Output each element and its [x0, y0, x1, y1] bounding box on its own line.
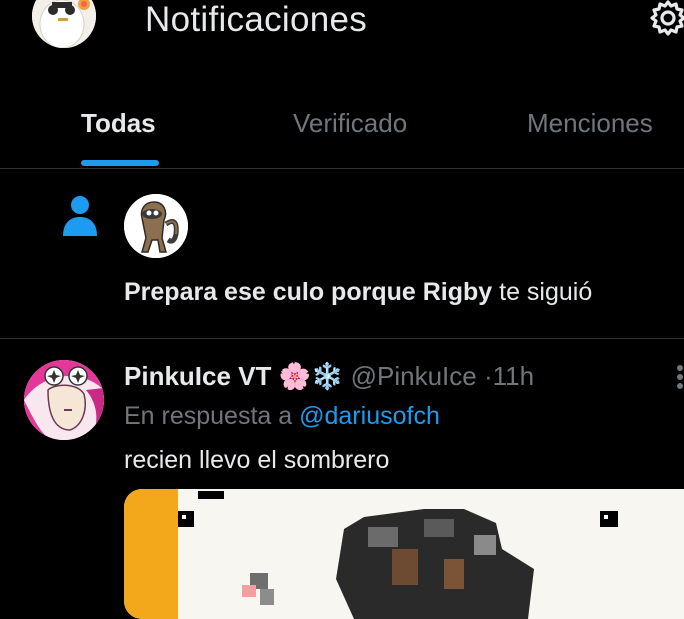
post-media[interactable]	[124, 489, 684, 619]
author-avatar[interactable]	[24, 360, 104, 440]
reply-context: En respuesta a @dariusofch	[124, 401, 440, 431]
follow-message: Prepara ese culo porque Rigby te siguió	[124, 277, 592, 307]
author-name[interactable]: PinkuIce VT	[124, 361, 271, 391]
cat-avatar-icon	[32, 0, 96, 48]
raccoon-avatar-icon	[124, 194, 188, 258]
page-title: Notificaciones	[145, 0, 368, 39]
tab-verificado[interactable]: Verificado	[293, 108, 407, 138]
tab-todas[interactable]: Todas	[81, 108, 156, 138]
author-emojis: 🌸❄️	[278, 361, 344, 391]
settings-button[interactable]	[648, 0, 684, 38]
tab-menciones[interactable]: Menciones	[527, 108, 653, 138]
person-icon	[60, 194, 100, 238]
author-handle[interactable]: @PinkuIce	[351, 361, 477, 391]
notification-divider	[0, 338, 684, 339]
post-time[interactable]: 11h	[493, 361, 534, 391]
post-text: recien llevo el sombrero	[124, 446, 390, 474]
more-options-button[interactable]	[674, 363, 684, 393]
active-tab-indicator	[81, 160, 159, 166]
follower-avatar[interactable]	[124, 194, 188, 258]
reply-mention-link[interactable]: @dariusofch	[299, 402, 440, 430]
gear-icon	[650, 0, 684, 36]
reply-prefix: En respuesta a	[124, 402, 293, 430]
anime-avatar-icon	[24, 360, 104, 440]
post-header: PinkuIce VT 🌸❄️ @PinkuIce ·11h	[124, 360, 534, 392]
pixel-art-image	[124, 489, 684, 619]
follower-name[interactable]: Prepara ese culo porque Rigby	[124, 278, 492, 306]
separator-dot: ·	[483, 361, 493, 391]
follow-notification[interactable]	[0, 169, 684, 338]
more-icon	[677, 365, 683, 389]
follow-action-text: te siguió	[499, 278, 593, 306]
profile-avatar[interactable]	[32, 0, 96, 48]
